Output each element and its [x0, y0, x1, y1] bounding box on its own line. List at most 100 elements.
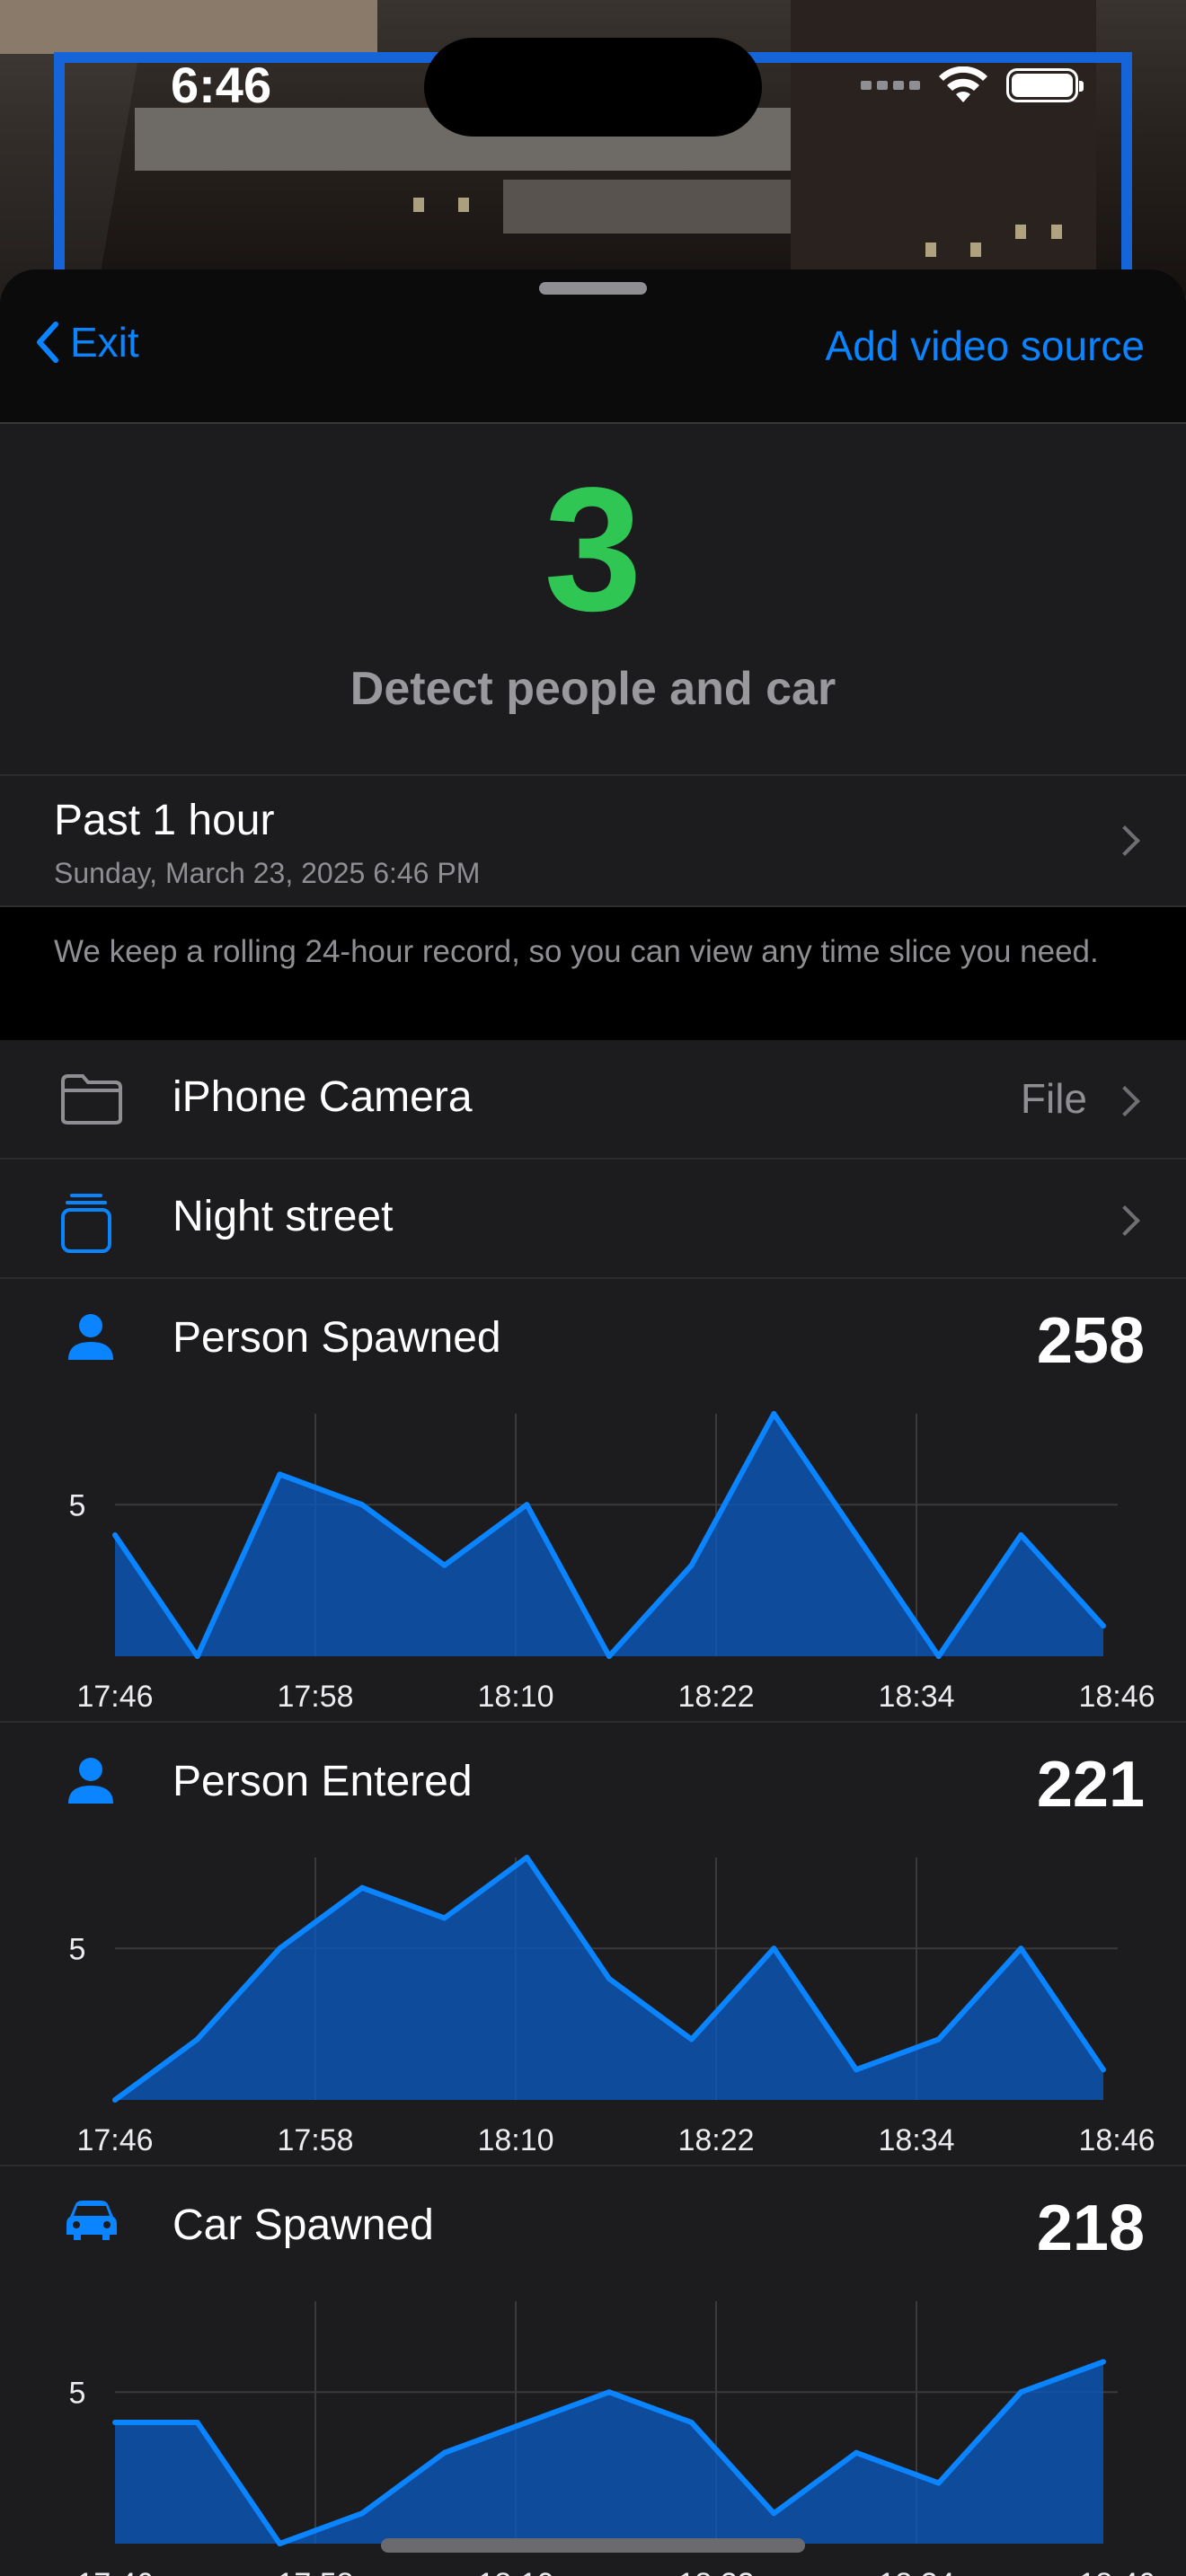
data-point: [277, 2541, 283, 2546]
sheet-grabber[interactable]: [539, 282, 647, 295]
data-point: [194, 2420, 200, 2425]
signal-icon: [861, 81, 920, 90]
person-entered-chart: 17:46 17:58 18:10 18:22 18:34 18:46 5: [69, 1855, 1155, 2157]
data-point: [606, 1654, 612, 1659]
y-tick-label: 5: [69, 2376, 86, 2410]
metric-count: 258: [1036, 1305, 1145, 1377]
time-range-row[interactable]: Past 1 hour Sunday, March 23, 2025 6:46 …: [0, 776, 1186, 907]
battery-icon: [1006, 68, 1084, 102]
source-row-iphone-camera[interactable]: iPhone Camera File: [0, 1040, 1186, 1160]
x-tick-label: 18:34: [878, 2567, 954, 2576]
source-row-night-street[interactable]: Night street: [0, 1160, 1186, 1279]
data-point: [194, 1654, 200, 1659]
data-point: [524, 2420, 530, 2425]
metric-label: Car Spawned: [173, 2201, 434, 2249]
metric-person-entered: Person Entered 221 17:46 17:58 18:10 18:22 1…: [0, 1723, 1186, 2166]
detection-count: 3: [544, 451, 642, 648]
y-tick-label: 5: [69, 1932, 86, 1966]
data-point: [854, 2067, 859, 2073]
x-tick-label: 18:46: [1078, 2123, 1155, 2157]
data-point: [1018, 1945, 1024, 1952]
source-type: File: [1020, 1075, 1087, 1122]
retention-note: We keep a rolling 24-hour record, so you…: [0, 907, 1186, 1040]
add-video-source-button[interactable]: Add video source: [826, 322, 1145, 370]
data-point: [441, 2449, 447, 2456]
data-point: [1018, 1532, 1024, 1538]
data-point: [854, 2449, 859, 2456]
data-point: [1018, 2389, 1024, 2395]
data-point: [441, 1915, 447, 1921]
folder-icon: [61, 1074, 122, 1125]
y-tick-label: 5: [69, 1488, 86, 1522]
x-tick-label: 18:10: [477, 2567, 553, 2576]
detection-summary: 3 Detect people and car: [0, 424, 1186, 776]
chevron-left-icon: [37, 322, 58, 363]
data-point: [1101, 1623, 1106, 1629]
building-facade: [0, 0, 377, 54]
data-point: [112, 2097, 118, 2103]
data-point: [935, 2036, 942, 2042]
chevron-right-icon: [1110, 1205, 1140, 1236]
x-tick-label: 17:58: [277, 2123, 353, 2157]
data-point: [688, 1562, 695, 1568]
x-tick-label: 18:34: [878, 2123, 954, 2157]
x-tick-label: 17:46: [76, 1680, 153, 1714]
dynamic-island: [424, 38, 762, 137]
navigation-bar: Exit Add video source: [0, 269, 1186, 424]
x-tick-label: 18:10: [477, 2123, 553, 2157]
status-time: 6:46: [171, 57, 272, 113]
source-label: iPhone Camera: [173, 1073, 473, 1121]
data-point: [441, 1562, 447, 1568]
metric-person-spawned: Person Spawned 258 17:46 17:58 18:10 18:22 1…: [0, 1279, 1186, 1723]
x-tick-label: 17:46: [76, 2567, 153, 2576]
data-point: [359, 1884, 365, 1891]
chevron-right-icon: [1110, 825, 1140, 856]
metric-label: Person Entered: [173, 1758, 473, 1805]
car-spawned-chart: 17:46 17:58 18:10 18:22 18:34 18:46 5: [69, 2301, 1155, 2576]
data-point: [1101, 2359, 1106, 2365]
status-icons: [861, 66, 1084, 104]
data-point: [606, 2389, 612, 2395]
source-label: Night street: [173, 1193, 394, 1240]
metric-car-spawned: Car Spawned 218 17:46 17:58 18:10 18:22 18:3…: [0, 2166, 1186, 2576]
x-tick-label: 17:58: [277, 2567, 353, 2576]
x-tick-label: 18:34: [878, 1680, 954, 1714]
data-point: [771, 1945, 777, 1952]
x-tick-label: 18:22: [677, 1680, 754, 1714]
data-point: [688, 2036, 695, 2042]
data-point: [112, 1532, 118, 1538]
data-point: [935, 2480, 942, 2486]
metric-count: 221: [1036, 1749, 1145, 1821]
chevron-right-icon: [1110, 1086, 1140, 1116]
data-point: [277, 1471, 283, 1478]
exit-button[interactable]: Exit: [34, 318, 139, 366]
data-point: [194, 2036, 200, 2042]
data-point: [359, 2510, 365, 2517]
data-point: [524, 1855, 530, 1860]
person-spawned-chart: 17:46 17:58 18:10 18:22 18:34 18:46 5: [69, 1411, 1155, 1714]
series-area: [115, 1414, 1103, 1656]
x-tick-label: 18:46: [1078, 2567, 1155, 2576]
data-point: [524, 1502, 530, 1508]
data-point: [854, 1532, 859, 1538]
person-icon: [68, 1758, 113, 1804]
video-clip-icon: [61, 1194, 111, 1253]
bottom-sheet: Exit Add video source 3 Detect people an…: [0, 269, 1186, 2576]
x-tick-label: 17:58: [277, 1680, 353, 1714]
data-point: [935, 1654, 942, 1659]
x-tick-label: 18:10: [477, 1680, 553, 1714]
data-point: [606, 1976, 612, 1981]
time-range-date: Sunday, March 23, 2025 6:46 PM: [54, 857, 481, 889]
x-tick-label: 18:46: [1078, 1680, 1155, 1714]
x-tick-label: 17:46: [76, 2123, 153, 2157]
car-icon: [66, 2201, 117, 2240]
person-icon: [68, 1314, 113, 1360]
data-point: [771, 1411, 777, 1416]
x-tick-label: 18:22: [677, 2123, 754, 2157]
retention-note-text: We keep a rolling 24-hour record, so you…: [54, 934, 1099, 969]
wifi-icon: [939, 66, 987, 102]
data-point: [277, 1945, 283, 1952]
home-indicator[interactable]: [381, 2538, 805, 2553]
data-point: [688, 2420, 695, 2425]
metric-label: Person Spawned: [173, 1314, 501, 1362]
